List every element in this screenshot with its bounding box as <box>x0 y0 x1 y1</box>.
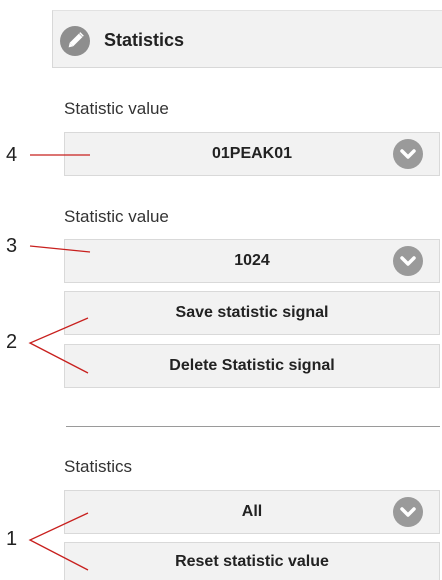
chevron-down-icon[interactable] <box>393 497 423 527</box>
statistic-value-dropdown-2[interactable]: 1024 <box>64 239 440 283</box>
section-divider <box>66 426 440 427</box>
statistic-value-dropdown-1[interactable]: 01PEAK01 <box>64 132 440 176</box>
reset-statistic-value-button[interactable]: Reset statistic value <box>64 542 440 580</box>
callout-number-1: 1 <box>6 528 18 550</box>
statistics-label: Statistics <box>64 457 133 476</box>
callout-number-3: 3 <box>6 235 18 257</box>
save-button-label: Save statistic signal <box>175 304 329 321</box>
delete-statistic-signal-button[interactable]: Delete Statistic signal <box>64 344 440 388</box>
callout-number-2: 2 <box>6 331 18 353</box>
statistics-dropdown[interactable]: All <box>64 490 440 534</box>
dropdown-value: 01PEAK01 <box>211 145 293 162</box>
save-statistic-signal-button[interactable]: Save statistic signal <box>64 291 440 335</box>
reset-button-label: Reset statistic value <box>175 552 329 570</box>
statistic-value-label-1: Statistic value <box>64 99 169 118</box>
statistic-value-label-2: Statistic value <box>64 207 169 226</box>
callout-number-4: 4 <box>6 144 18 166</box>
chevron-down-icon[interactable] <box>393 139 423 169</box>
dropdown-value: 1024 <box>234 252 270 269</box>
page-title: Statistics <box>104 30 185 50</box>
dropdown-value: All <box>241 503 263 520</box>
delete-button-label: Delete Statistic signal <box>169 357 335 374</box>
pencil-icon[interactable] <box>60 26 90 56</box>
chevron-down-icon[interactable] <box>393 246 423 276</box>
